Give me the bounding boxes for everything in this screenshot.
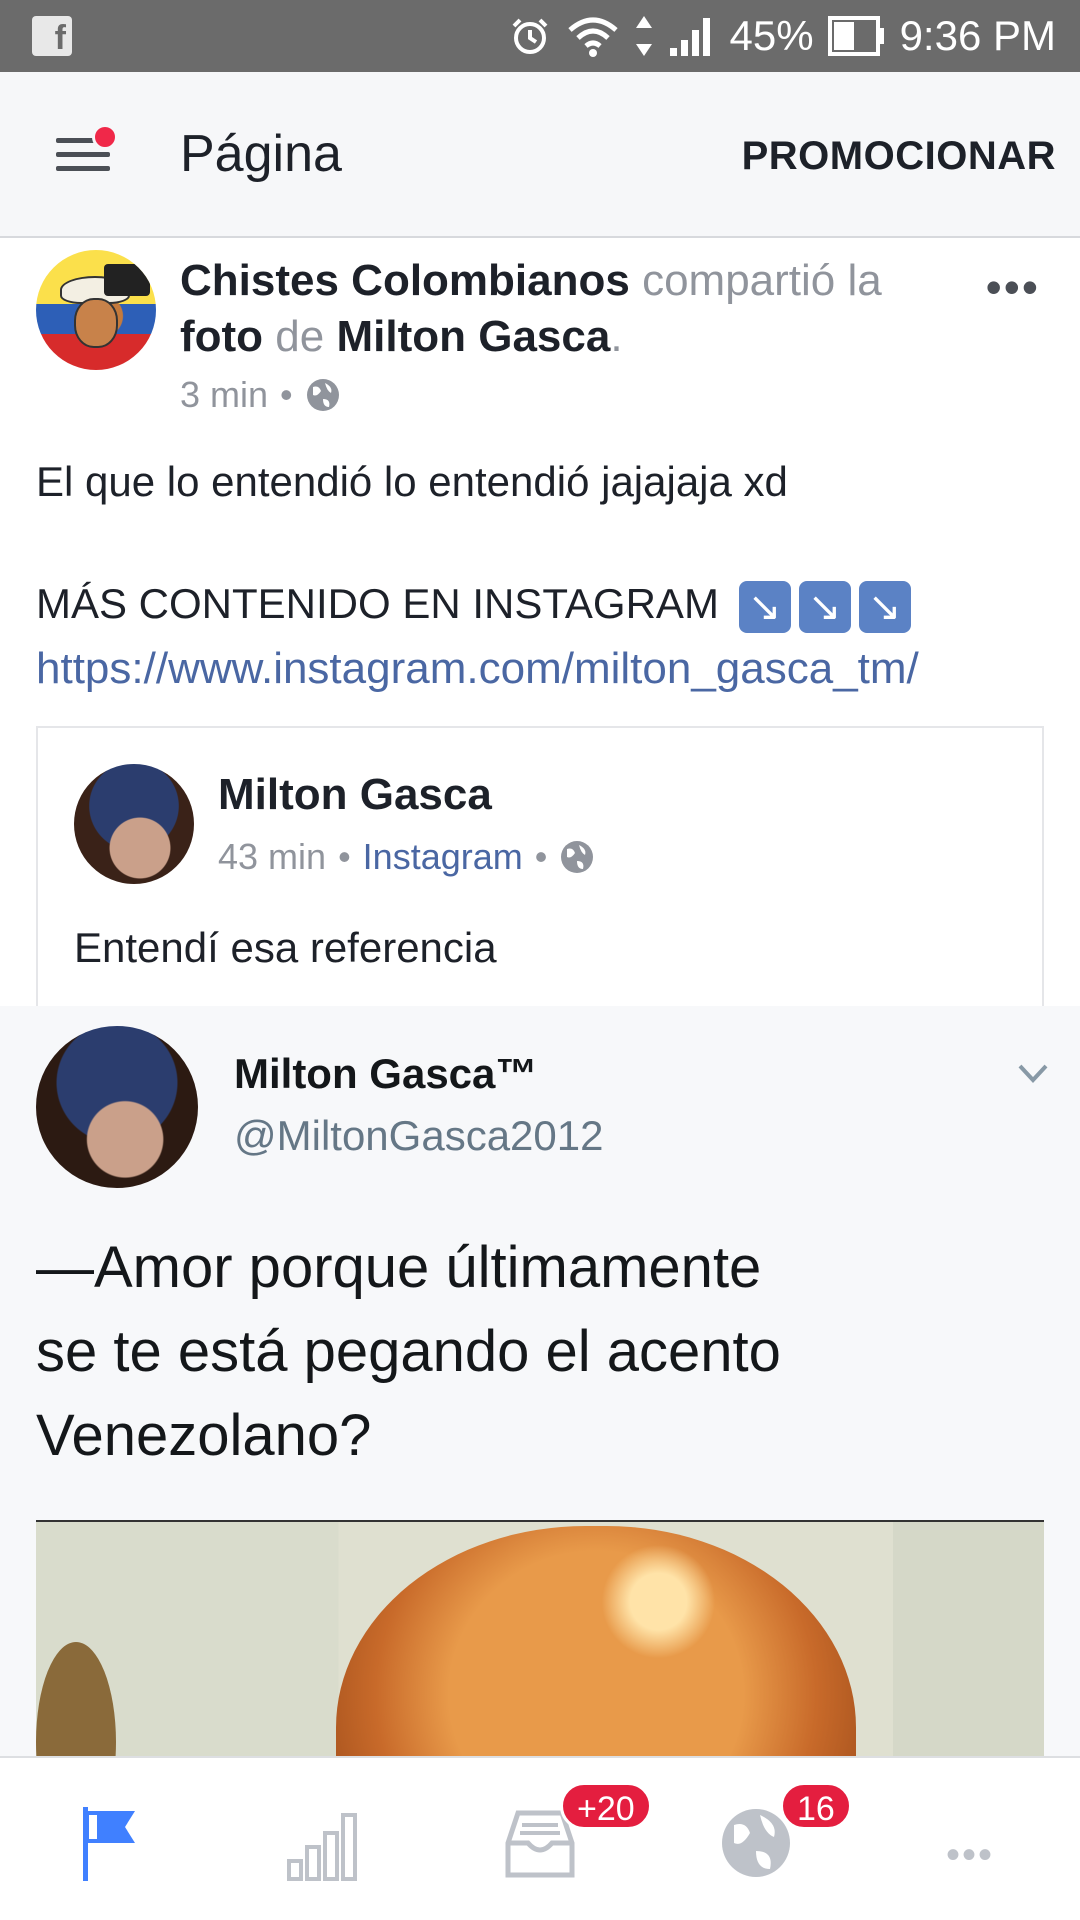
wifi-icon: [567, 17, 618, 57]
promo-text: MÁS CONTENIDO EN INSTAGRAM: [36, 580, 719, 627]
status-bar: f 45% 9:36 PM: [0, 0, 1080, 72]
instagram-link[interactable]: https://www.instagram.com/milton_gasca_t…: [36, 644, 919, 694]
arrow-emoji-icon: ↘: [858, 580, 911, 633]
more-icon: •••: [945, 1832, 994, 1877]
avatar-badge: [104, 264, 150, 296]
page-name-link[interactable]: Chistes Colombianos: [180, 256, 630, 305]
post-message: El que lo entendió lo entendió jajajaja …: [36, 458, 788, 505]
status-right: 45% 9:36 PM: [508, 0, 1056, 72]
shared-message: Entendí esa referencia: [74, 924, 497, 971]
shared-post[interactable]: Milton Gasca 43 min • Instagram • Entend…: [36, 726, 1044, 1006]
post-attribution-line2: foto de Milton Gasca.: [180, 308, 623, 366]
signal-icon: [669, 18, 710, 56]
shared-text: compartió la: [642, 256, 882, 305]
notifications-badge: 16: [780, 1782, 852, 1830]
nav-more-tab[interactable]: •••: [920, 1810, 1020, 1900]
post-promo-line: MÁS CONTENIDO EN INSTAGRAM ↘ ↘ ↘: [36, 580, 911, 633]
shared-author-avatar[interactable]: [74, 764, 194, 884]
more-options-button[interactable]: •••: [986, 260, 1040, 314]
shared-meta: 43 min • Instagram •: [218, 836, 595, 878]
promote-button[interactable]: PROMOCIONAR: [742, 134, 1056, 179]
tweet-text: —Amor porque últimamente se te está pega…: [36, 1226, 781, 1478]
arrow-emoji-icon: ↘: [798, 580, 851, 633]
battery-icon: [827, 16, 884, 56]
globe-icon: [561, 841, 594, 873]
chevron-down-icon: [1018, 1064, 1048, 1083]
period: .: [610, 312, 623, 361]
notification-dot: [92, 124, 118, 150]
de-text: de: [275, 312, 325, 361]
meta-separator: •: [534, 836, 548, 877]
facebook-notification-icon: f: [32, 16, 72, 57]
page-avatar[interactable]: [36, 250, 156, 370]
post-attribution-line1: Chistes Colombianos compartió la: [180, 252, 882, 310]
data-arrows-icon: [635, 16, 652, 56]
photo-link[interactable]: foto: [180, 312, 263, 361]
bar-chart-icon: [287, 1813, 357, 1881]
battery-percent: 45%: [729, 12, 814, 59]
meta-separator: •: [280, 374, 293, 415]
post-meta: 3 min •: [180, 374, 341, 416]
bald-head-image: [336, 1526, 856, 1756]
original-author-link[interactable]: Milton Gasca: [336, 312, 610, 361]
app-header: Página PROMOCIONAR: [0, 72, 1080, 238]
flag-icon: [83, 1807, 135, 1881]
nav-page-tab[interactable]: [60, 1798, 160, 1888]
tweet-handle: @MiltonGasca2012: [234, 1112, 604, 1159]
menu-icon-bar: [56, 152, 110, 157]
inbox-badge: +20: [560, 1782, 652, 1830]
menu-button[interactable]: [54, 124, 118, 182]
tweet-screenshot-image[interactable]: Milton Gasca™ @MiltonGasca2012 —Amor por…: [0, 1006, 1080, 1756]
tweet-line: —Amor porque últimamente: [36, 1235, 762, 1300]
source-link[interactable]: Instagram: [363, 836, 523, 878]
avatar-face: [74, 298, 118, 348]
nav-insights-tab[interactable]: [273, 1798, 373, 1888]
alarm-icon: [512, 18, 547, 54]
menu-icon-bar: [56, 166, 110, 171]
clock: 9:36 PM: [899, 12, 1056, 59]
shared-author-name[interactable]: Milton Gasca: [218, 770, 492, 820]
page-title: Página: [180, 125, 342, 183]
post-header: Chistes Colombianos compartió la foto de…: [0, 240, 1080, 440]
post-time[interactable]: 3 min: [180, 374, 268, 416]
meta-separator: •: [338, 836, 351, 877]
photo-background-detail: [36, 1642, 116, 1756]
tweet-photo: [36, 1520, 1044, 1756]
shared-time[interactable]: 43 min: [218, 836, 326, 878]
bottom-navigation: +20 16 •••: [0, 1756, 1080, 1920]
tweet-avatar: [36, 1026, 198, 1188]
tweet-line: se te está pegando el acento: [36, 1319, 781, 1384]
tweet-author-name: Milton Gasca™: [234, 1050, 538, 1097]
globe-icon: [306, 379, 339, 411]
tweet-line: Venezolano?: [36, 1403, 372, 1468]
arrow-emoji-icon: ↘: [738, 580, 791, 633]
